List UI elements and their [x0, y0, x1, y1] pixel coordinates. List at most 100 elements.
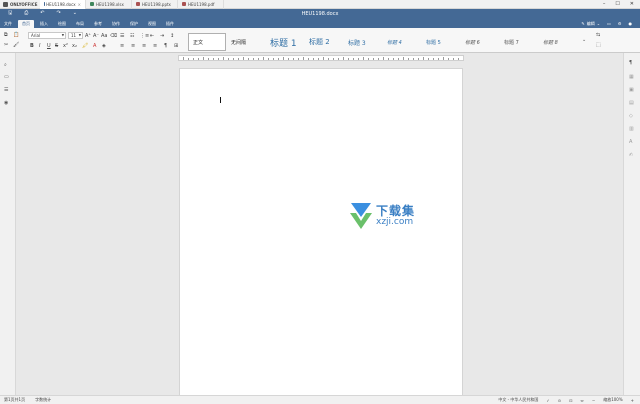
subscript-button[interactable]: x₂	[72, 43, 77, 49]
show-formatting-button[interactable]: ¶	[164, 43, 167, 49]
spellcheck-toggle-icon[interactable]: ✓	[546, 398, 549, 403]
style-heading-4[interactable]: 标题 4	[382, 33, 421, 51]
save-icon[interactable]: 🖫	[8, 10, 12, 18]
close-window-icon[interactable]: ✕	[630, 1, 634, 7]
style-heading-7[interactable]: 标题 7	[499, 33, 538, 51]
track-changes-icon[interactable]: ⊙	[558, 398, 561, 403]
navigation-icon[interactable]: ☰	[4, 87, 8, 93]
italic-button[interactable]: I	[39, 43, 40, 49]
superscript-button[interactable]: x²	[63, 43, 68, 49]
line-spacing-icon[interactable]: ↕	[170, 33, 174, 39]
style-no-spacing[interactable]: 无间隔	[226, 33, 265, 51]
document-page[interactable]: 下载集 xzji.com	[179, 68, 463, 398]
file-tab-docx[interactable]: HEU1198.docx ×	[40, 0, 86, 9]
underline-button[interactable]: U	[47, 43, 51, 49]
zoom-level[interactable]: 缩放100%	[603, 397, 622, 403]
font-size-select[interactable]: 11 ▼	[68, 32, 83, 39]
page-info[interactable]: 第1页共1页	[4, 397, 25, 403]
numbered-list-button[interactable]: ☷	[130, 33, 134, 39]
app-brand-text: ONLYOFFICE	[10, 1, 38, 7]
menu-file[interactable]: 文件	[0, 20, 16, 28]
decrease-indent-icon[interactable]: ⇤	[150, 33, 154, 39]
zoom-out-icon[interactable]: −	[592, 398, 595, 403]
decrease-font-button[interactable]: A⁻	[93, 33, 99, 39]
horizontal-ruler[interactable]	[178, 55, 464, 61]
redo-icon[interactable]: ↷	[56, 10, 60, 18]
menu-insert[interactable]: 插入	[36, 20, 52, 28]
menu-layout[interactable]: 布局	[72, 20, 88, 28]
menu-plugins[interactable]: 插件	[162, 20, 178, 28]
edit-mode-button[interactable]: ✎ 编辑 ⌄	[581, 21, 600, 27]
style-heading-8[interactable]: 标题 8	[538, 33, 577, 51]
menu-references[interactable]: 参考	[90, 20, 106, 28]
file-tab-pptx[interactable]: HEU1198.pptx	[132, 0, 178, 9]
maximize-icon[interactable]: ☐	[615, 1, 619, 7]
menu-protection[interactable]: 保护	[126, 20, 142, 28]
menu-draw[interactable]: 绘图	[54, 20, 70, 28]
style-normal[interactable]: 正文	[188, 33, 226, 51]
file-tab-xlsx[interactable]: HEU1198.xlsx	[86, 0, 132, 9]
bullet-list-button[interactable]: ☰	[120, 33, 124, 39]
align-left-button[interactable]: ≡	[120, 43, 124, 49]
replace-icon[interactable]: ⇆	[596, 32, 600, 38]
cut-icon[interactable]: ✂	[4, 42, 8, 48]
multilevel-list-button[interactable]: ⋮≡	[140, 33, 149, 39]
close-icon[interactable]: ×	[78, 2, 81, 7]
justify-button[interactable]: ≡	[153, 43, 157, 49]
text-art-icon[interactable]: A	[629, 139, 632, 145]
fit-page-icon[interactable]: ⊡	[569, 398, 572, 403]
signature-icon[interactable]: ✍	[629, 152, 633, 158]
ruler-tick	[283, 57, 284, 60]
font-color-icon[interactable]: A	[93, 43, 96, 49]
align-right-button[interactable]: ≡	[142, 43, 146, 49]
style-heading-6[interactable]: 标题 6	[460, 33, 499, 51]
ruler-tick	[403, 57, 404, 60]
customize-toolbar-icon[interactable]: ⌄	[73, 10, 77, 18]
paste-icon[interactable]: 📋	[13, 32, 19, 38]
align-center-button[interactable]: ≡	[131, 43, 135, 49]
spellcheck-icon[interactable]: ◉	[4, 100, 8, 106]
folder-icon[interactable]: ▭	[607, 21, 611, 26]
menu-view[interactable]: 视图	[144, 20, 160, 28]
chevron-down-icon: ▼	[61, 33, 64, 37]
print-icon[interactable]: ⎙	[24, 10, 28, 18]
image-settings-icon[interactable]: ▣	[629, 87, 634, 93]
paragraph-settings-icon[interactable]: ¶	[629, 60, 632, 66]
increase-font-button[interactable]: A⁺	[85, 33, 91, 39]
increase-indent-icon[interactable]: ⇥	[160, 33, 164, 39]
bold-button[interactable]: B	[30, 43, 34, 49]
style-heading-3[interactable]: 标题 3	[343, 33, 382, 51]
shape-settings-icon[interactable]: ◇	[629, 113, 633, 119]
style-heading-2[interactable]: 标题 2	[304, 33, 343, 51]
table-settings-icon[interactable]: ▦	[629, 74, 634, 80]
copy-icon[interactable]: ⧉	[4, 32, 8, 38]
fit-width-icon[interactable]: ⇔	[580, 398, 583, 403]
menu-collaboration[interactable]: 协作	[108, 20, 124, 28]
language-select[interactable]: 中文 - 中华人民共和国	[498, 397, 538, 403]
ruler-tick	[203, 57, 204, 60]
highlight-color-icon[interactable]: 🖍	[82, 43, 88, 49]
borders-icon[interactable]: ⊞	[174, 43, 178, 49]
zoom-in-icon[interactable]: +	[631, 398, 634, 403]
menu-home[interactable]: 首页	[18, 20, 34, 28]
header-footer-icon[interactable]: ▤	[629, 100, 634, 106]
undo-icon[interactable]: ↶	[40, 10, 44, 18]
minimize-icon[interactable]: –	[603, 1, 606, 7]
style-heading-1[interactable]: 标题 1	[265, 33, 304, 51]
styles-expand-icon[interactable]: ⌄	[582, 37, 586, 43]
chart-settings-icon[interactable]: ▥	[629, 126, 634, 132]
font-name-select[interactable]: Arial ▼	[28, 32, 66, 39]
select-all-icon[interactable]: ⬚	[596, 42, 601, 48]
word-count[interactable]: 字数统计	[35, 397, 51, 403]
search-icon[interactable]: ⌕	[4, 62, 7, 68]
change-case-button[interactable]: Aa	[101, 33, 107, 39]
strikethrough-button[interactable]: S	[55, 43, 58, 49]
file-tab-pdf[interactable]: HEU1198.pdf	[178, 0, 224, 9]
format-painter-icon[interactable]: 🖌	[13, 42, 19, 48]
clear-style-icon[interactable]: ⌫	[110, 33, 117, 39]
settings-icon[interactable]: ⚙	[618, 21, 622, 26]
style-heading-5[interactable]: 标题 5	[421, 33, 460, 51]
user-icon[interactable]: ●	[629, 21, 633, 26]
shading-icon[interactable]: ◈	[102, 43, 106, 49]
comments-icon[interactable]: ▭	[4, 74, 9, 80]
